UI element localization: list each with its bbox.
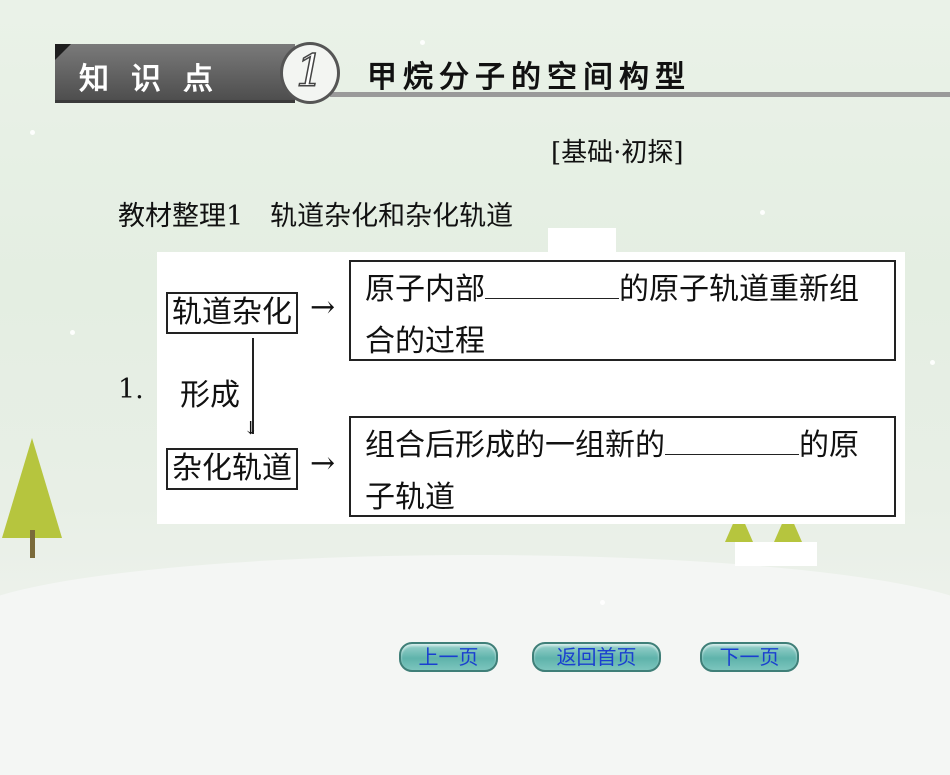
box-orbital-hybridization: 轨道杂化 [166,292,298,334]
header-title: 甲烷分子的空间构型 [367,60,691,95]
level-tag: [基础·初探] [551,138,684,168]
header-number-badge: 1 [280,42,340,104]
box-hybridization-description: 原子内部 的原子轨道重新组合的过程 [349,260,896,361]
snowflake [930,360,935,365]
tree-decoration [2,438,62,538]
prev-page-button[interactable]: 上一页 [399,642,498,672]
next-page-button[interactable]: 下一页 [700,642,799,672]
desc1-before: 原子内部 [365,272,485,307]
arrow-down-head: ↓ [243,418,259,439]
arrow-right-2: → [310,446,336,481]
header-corner [55,44,71,60]
home-button[interactable]: 返回首页 [532,642,661,672]
desc2-before: 组合后形成的一组新的 [365,428,665,463]
tree-trunk [30,530,35,558]
fill-blank-2[interactable] [665,422,799,455]
snowflake [600,600,605,605]
snowflake [70,330,75,335]
box-hybrid-orbital-description: 组合后形成的一组新的 的原子轨道 [349,416,896,517]
snowflake [30,130,35,135]
form-label: 形成 [180,378,240,413]
fill-blank-1[interactable] [485,266,619,299]
section-title: 教材整理1 轨道杂化和杂化轨道 [118,201,514,232]
header-dark-tab: 知识点 [55,44,295,103]
white-patch [548,228,616,254]
snow-block [735,542,817,566]
snowflake [760,210,765,215]
section-header: 知识点 1 甲烷分子的空间构型 [55,42,950,104]
arrow-right-1: → [310,290,336,325]
item-number: 1. [118,374,144,405]
header-label: 知识点 [79,62,235,97]
box-hybrid-orbital: 杂化轨道 [166,448,298,490]
